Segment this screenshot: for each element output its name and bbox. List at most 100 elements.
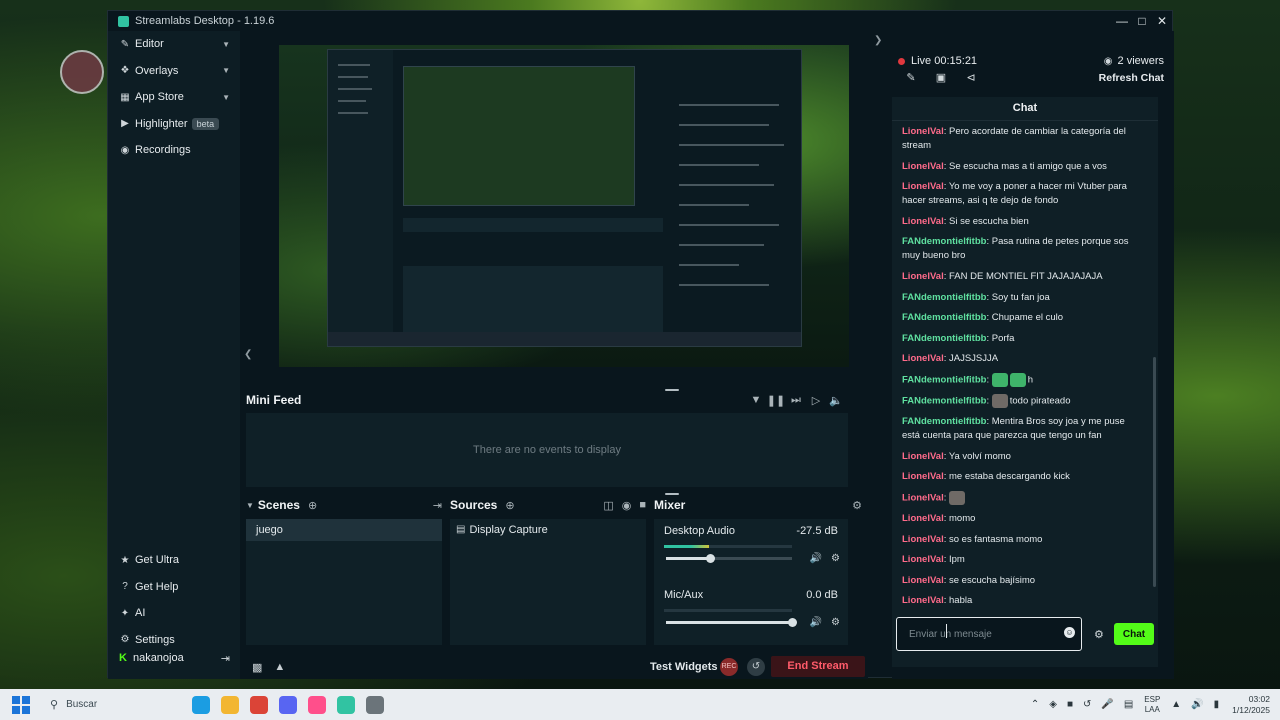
minimize-icon[interactable]: — <box>1112 11 1132 31</box>
streamlabs-icon[interactable] <box>336 695 355 714</box>
replay-buffer-icon[interactable]: ↺ <box>747 658 765 676</box>
chat-username[interactable]: FANdemontielfitbb <box>902 416 986 427</box>
sidebar-item-get-ultra[interactable]: ★ Get Ultra <box>108 547 240 574</box>
chat-username[interactable]: FANdemontielfitbb <box>902 374 986 385</box>
chat-username[interactable]: LionelVal <box>902 513 944 524</box>
chat-username[interactable]: LionelVal <box>902 216 944 227</box>
sidebar-item-app-store[interactable]: ▦ App Store ▼ <box>108 84 240 111</box>
visibility-icon[interactable]: ◉ <box>622 499 632 512</box>
chrome-icon[interactable] <box>249 695 268 714</box>
volume-slider[interactable] <box>666 618 797 627</box>
chat-username[interactable]: LionelVal <box>902 575 944 586</box>
chat-username[interactable]: FANdemontielfitbb <box>902 333 986 344</box>
chat-input[interactable] <box>896 617 1082 651</box>
stream-preview[interactable] <box>279 45 849 367</box>
chat-username[interactable]: LionelVal <box>902 534 944 545</box>
filter-icon[interactable]: ▼ <box>746 394 766 407</box>
emoji-icon[interactable]: ☺ <box>1064 627 1075 638</box>
record-button[interactable]: REC <box>720 658 738 676</box>
chat-username[interactable]: LionelVal <box>902 126 944 137</box>
user-profile[interactable]: K nakanojoa ⇥ <box>108 646 240 670</box>
chat-username[interactable]: FANdemontielfitbb <box>902 396 986 407</box>
edge-icon[interactable] <box>191 695 210 714</box>
volume-icon[interactable]: 🔊 <box>1191 699 1203 710</box>
chat-username[interactable]: LionelVal <box>902 181 944 192</box>
dashboard-icon[interactable]: ▣ <box>926 71 956 84</box>
folder-icon[interactable]: ■ <box>639 499 646 511</box>
chat-settings-icon[interactable]: ⚙ <box>1094 628 1104 641</box>
edit-stream-icon[interactable]: ✎ <box>896 71 926 84</box>
sidebar-item-highlighter[interactable]: ▶ Highlighter beta <box>108 111 240 138</box>
chevron-down-icon[interactable]: ▼ <box>246 501 254 510</box>
lang-layout: LAA <box>1144 704 1160 714</box>
chat-username[interactable]: LionelVal <box>902 271 944 282</box>
sidebar-item-ai[interactable]: ✦ AI <box>108 600 240 627</box>
sidebar-item-recordings[interactable]: ◉ Recordings <box>108 137 240 164</box>
source-item[interactable]: ▤ Display Capture <box>450 519 646 541</box>
chat-username[interactable]: LionelVal <box>902 353 944 364</box>
share-icon[interactable]: ⊲ <box>956 71 986 84</box>
logout-icon[interactable]: ⇥ <box>221 652 230 665</box>
mouse-app-icon[interactable] <box>365 695 384 714</box>
mute-alerts-icon[interactable]: ▷ <box>806 394 826 407</box>
add-source-icon[interactable]: ⊕ <box>505 499 514 512</box>
taskbar-apps <box>186 695 389 714</box>
folder-icon[interactable] <box>220 695 239 714</box>
refresh-chat-button[interactable]: Refresh Chat <box>1099 72 1164 84</box>
clock[interactable]: 03:02 1/12/2025 <box>1232 694 1270 716</box>
end-stream-button[interactable]: End Stream <box>771 656 865 677</box>
add-scene-icon[interactable]: ⊕ <box>308 499 317 512</box>
close-icon[interactable]: ✕ <box>1152 11 1172 31</box>
language-indicator[interactable]: ESP LAA <box>1144 695 1160 715</box>
scene-transitions-icon[interactable]: ⇥ <box>433 499 442 512</box>
discord-icon[interactable] <box>278 695 297 714</box>
chat-username[interactable]: LionelVal <box>902 595 944 606</box>
group-icon[interactable]: ◫ <box>603 499 613 512</box>
chat-text: se escucha bajísimo <box>949 574 1036 586</box>
sidebar-item-editor[interactable]: ✎ Editor ▼ <box>108 31 240 58</box>
taskbar-search[interactable]: ⚲ Buscar <box>42 693 182 717</box>
mic-icon[interactable]: 🎤 <box>1101 699 1113 710</box>
skip-icon[interactable]: ⏭ <box>786 394 806 407</box>
chat-username[interactable]: FANdemontielfitbb <box>902 292 986 303</box>
sidebar-item-get-help[interactable]: ? Get Help <box>108 574 240 601</box>
notifications-icon[interactable]: ▲ <box>274 661 285 673</box>
sync-icon[interactable]: ↺ <box>1083 699 1091 710</box>
wifi-icon[interactable]: ▲ <box>1171 699 1181 710</box>
gear-icon[interactable]: ⚙ <box>831 617 840 628</box>
gear-icon[interactable]: ⚙ <box>831 553 840 564</box>
chevron-up-icon[interactable]: ⌃ <box>1031 699 1039 710</box>
battery-icon[interactable]: ▮ <box>1214 699 1220 710</box>
pause-icon[interactable]: ❚❚ <box>766 394 786 407</box>
chat-text: todo pirateado <box>1009 395 1071 407</box>
volume-slider[interactable] <box>666 554 792 563</box>
app-pink-icon[interactable] <box>307 695 326 714</box>
chat-text: FAN DE MONTIEL FIT JAJAJAJAJA <box>949 270 1103 282</box>
test-widgets-label[interactable]: Test Widgets <box>650 661 718 673</box>
collapse-left-icon[interactable]: ❮ <box>244 349 252 360</box>
chat-message: LionelVal: se escucha bajísimo <box>902 574 1036 586</box>
chat-send-button[interactable]: Chat <box>1114 623 1154 645</box>
sidebar-item-overlays[interactable]: ❖ Overlays ▼ <box>108 58 240 85</box>
scene-item[interactable]: juego <box>246 519 442 541</box>
collapse-right-icon[interactable]: ❯ <box>874 35 882 46</box>
windows-start-icon[interactable] <box>12 695 30 714</box>
chat-username[interactable]: LionelVal <box>902 554 944 565</box>
stats-icon[interactable]: ▩ <box>252 661 262 674</box>
volume-icon[interactable]: 🔈 <box>826 394 846 407</box>
speaker-icon[interactable]: 🔊 <box>810 617 822 628</box>
speaker-icon[interactable]: 🔊 <box>810 553 822 564</box>
chat-username[interactable]: FANdemontielfitbb <box>902 236 986 247</box>
chat-username[interactable]: LionelVal <box>902 161 944 172</box>
maximize-icon[interactable]: □ <box>1132 11 1152 31</box>
tray-app-icon[interactable]: ◈ <box>1049 699 1057 710</box>
display-icon[interactable]: ▤ <box>1124 699 1133 710</box>
chat-username[interactable]: FANdemontielfitbb <box>902 312 986 323</box>
chat-username[interactable]: LionelVal <box>902 451 944 462</box>
chat-username[interactable]: LionelVal <box>902 492 944 503</box>
desktop-icon-badge[interactable] <box>60 50 104 94</box>
gear-icon[interactable]: ⚙ <box>852 499 862 512</box>
folder-icon[interactable]: ■ <box>1067 699 1073 710</box>
chat-username[interactable]: LionelVal <box>902 471 944 482</box>
chat-scrollbar[interactable] <box>1153 357 1156 587</box>
